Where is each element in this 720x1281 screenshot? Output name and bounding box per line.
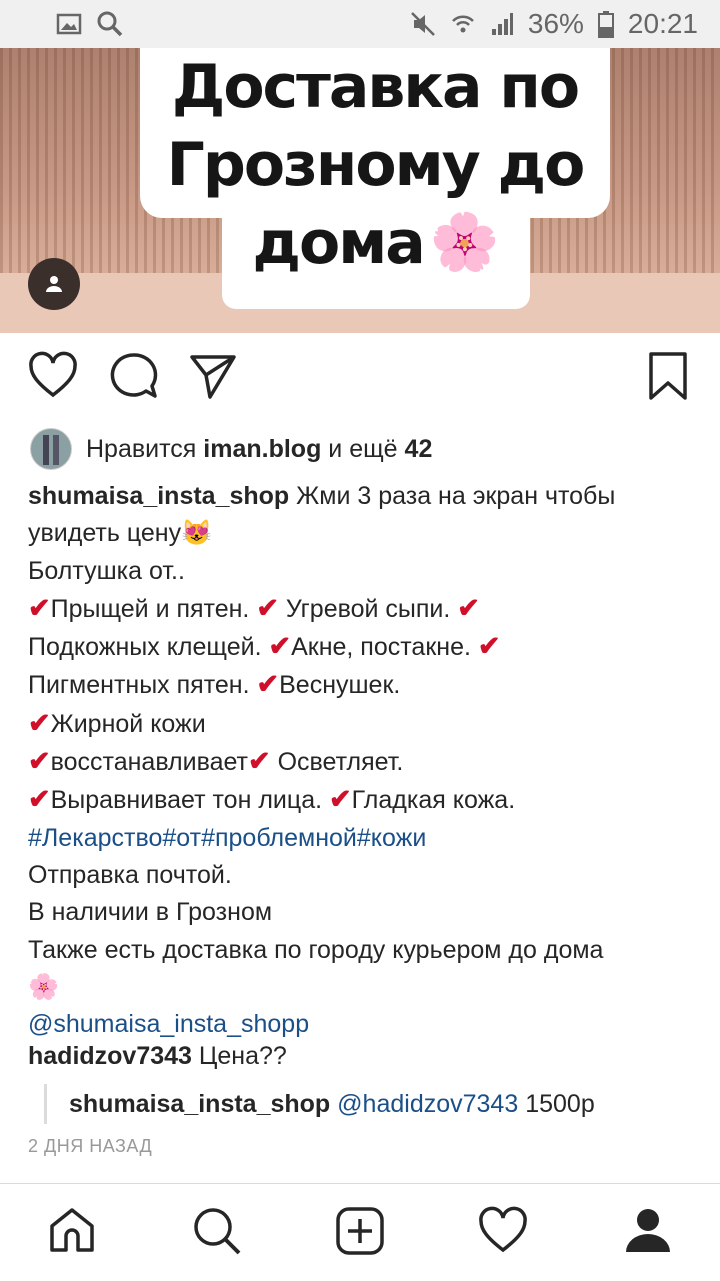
reply-username[interactable]: shumaisa_insta_shop [69, 1090, 330, 1119]
caption-line: Также есть доставка по городу курьером д… [28, 935, 604, 964]
bottom-nav [0, 1183, 720, 1281]
caption-line: Пигментных пятен. ✔Веснушек. [28, 666, 698, 704]
reply-text: 1500р [525, 1089, 595, 1118]
likes-count[interactable]: 42 [405, 435, 433, 463]
caption-item: восстанавливает [50, 748, 249, 777]
likes-middle: и ещё [328, 434, 398, 463]
headline-line-2: Грозному до [166, 130, 586, 200]
home-icon[interactable] [48, 1206, 96, 1254]
post-actions [0, 333, 720, 423]
headline-line-3-text: дома [252, 208, 426, 278]
liker-avatar [30, 428, 72, 470]
caption-line: shumaisa_insta_shop Жми 3 раза на экран … [28, 478, 698, 515]
caption-text-2: увидеть цену [28, 519, 182, 548]
caption-item: Веснушек. [279, 671, 401, 700]
caption-item: Пигментных пятен. [28, 671, 250, 700]
search-icon [97, 11, 123, 37]
post-caption: shumaisa_insta_shop Жми 3 раза на экран … [28, 478, 698, 1043]
checkmark-icon: ✔ [28, 592, 51, 623]
battery-percent: 36% [527, 8, 584, 39]
clock: 20:21 [627, 8, 698, 39]
comment-username[interactable]: hadidzov7343 [28, 1042, 192, 1070]
caption-item: Гладкая кожа. [351, 786, 516, 815]
checkmark-icon: ✔ [477, 631, 501, 662]
comment: hadidzov7343 Цена?? [28, 1042, 287, 1071]
caption-line: В наличии в Грозном [28, 898, 273, 927]
caption-text-1: Жми 3 раза на экран чтобы [296, 482, 616, 510]
checkmark-icon: ✔ [28, 746, 51, 777]
caption-item: Осветляет. [277, 748, 404, 777]
likes-user-link[interactable]: iman.blog [203, 435, 321, 463]
battery-icon [597, 11, 614, 38]
caption-item: Акне, постакне. [291, 633, 471, 662]
post-image[interactable]: Доставка по Грозному до дома 🌸 [0, 48, 720, 333]
signal-icon [491, 13, 513, 35]
checkmark-icon: ✔ [28, 707, 51, 738]
checkmark-icon: ✔ [256, 592, 279, 623]
status-left [56, 10, 124, 38]
caption-hashtags[interactable]: #Лекарство#от#проблемной#кожи [28, 820, 698, 857]
likes-summary[interactable]: Нравится iman.blog и ещё 42 [30, 428, 432, 470]
caption-item: Подкожных клещей. [28, 633, 262, 662]
mute-icon [410, 12, 435, 36]
status-right: 36% 20:21 [410, 8, 698, 40]
caption-line: увидеть цену😻 [28, 515, 698, 552]
share-icon[interactable] [188, 351, 238, 401]
headline-line-1: Доставка по [171, 52, 580, 122]
flower-icon: 🌸 [429, 210, 500, 275]
wifi-icon [451, 15, 474, 33]
caption-item: Жирной кожи [50, 709, 206, 738]
image-headline: Доставка по Грозному до дома 🌸 [140, 48, 610, 282]
checkmark-icon: ✔ [248, 746, 271, 777]
headline-line-3: дома 🌸 [252, 204, 500, 282]
person-icon [46, 276, 62, 292]
caption-line: Болтушка от.. [28, 556, 185, 585]
post-timestamp: 2 ДНЯ НАЗАД [28, 1136, 153, 1156]
image-icon [56, 13, 82, 35]
new-post-icon[interactable] [335, 1206, 385, 1256]
heart-icon[interactable] [28, 351, 78, 401]
caption-mention[interactable]: @shumaisa_insta_shopp [28, 1006, 698, 1043]
caption-username[interactable]: shumaisa_insta_shop [28, 482, 289, 510]
user-tag-button[interactable] [28, 258, 80, 310]
comment-reply: shumaisa_insta_shop @hadidzov7343 1500р [44, 1084, 595, 1124]
caption-line: ✔Выравнивает тон лица. ✔Гладкая кожа. [28, 781, 698, 819]
caption-line: ✔Прыщей и пятен. ✔ Угревой сыпи. ✔ [28, 590, 698, 628]
checkmark-icon: ✔ [457, 592, 480, 623]
cat-emoji-icon: 😻 [181, 519, 213, 548]
checkmark-icon: ✔ [28, 784, 51, 815]
checkmark-icon: ✔ [256, 669, 280, 700]
comment-icon[interactable] [108, 351, 158, 401]
status-bar: 36% 20:21 [0, 0, 720, 48]
caption-item: Прыщей и пятен. [50, 594, 250, 623]
bookmark-icon[interactable] [646, 351, 690, 401]
caption-line: ✔Жирной кожи [28, 705, 698, 743]
likes-prefix: Нравится [86, 434, 197, 463]
checkmark-icon: ✔ [268, 631, 292, 662]
caption-item: Угревой сыпи. [285, 594, 451, 623]
search-icon[interactable] [192, 1206, 242, 1256]
caption-item: Выравнивает тон лица. [50, 786, 323, 815]
activity-icon[interactable] [478, 1206, 528, 1256]
caption-line: Отправка почтой. [28, 860, 232, 889]
checkmark-icon: ✔ [329, 784, 352, 815]
profile-icon[interactable] [624, 1206, 672, 1254]
caption-line: Подкожных клещей. ✔Акне, постакне. ✔ [28, 628, 698, 666]
comment-text: Цена?? [198, 1042, 287, 1070]
likes-text: Нравится iman.blog и ещё 42 [86, 435, 432, 464]
reply-mention[interactable]: @hadidzov7343 [337, 1090, 518, 1119]
caption-line: ✔восстанавливает✔ Осветляет. [28, 743, 698, 781]
flower-emoji-icon: 🌸 [28, 972, 60, 1001]
